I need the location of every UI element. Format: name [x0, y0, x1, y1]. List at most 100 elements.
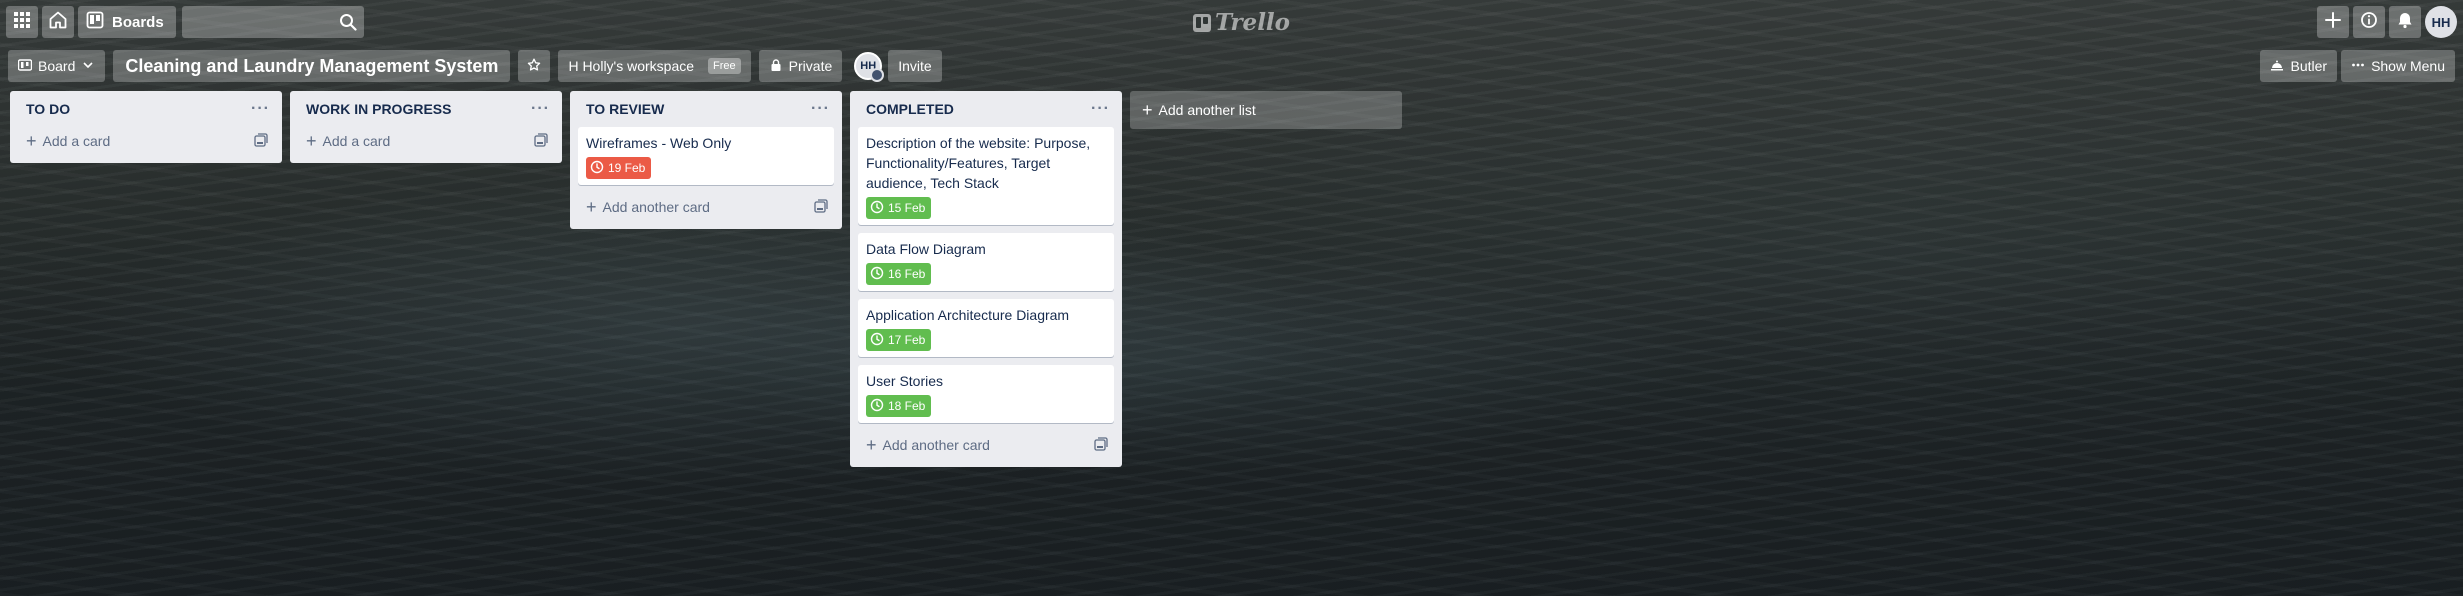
boards-button[interactable]: Boards [78, 6, 176, 38]
board-title[interactable]: Cleaning and Laundry Management System [113, 50, 511, 82]
list-completed[interactable]: COMPLETED ··· Description of the website… [850, 91, 1122, 467]
list-header: WORK IN PROGRESS ··· [298, 91, 554, 127]
list-work-in-progress[interactable]: WORK IN PROGRESS ··· + Add a card [290, 91, 562, 163]
invite-button[interactable]: Invite [888, 50, 942, 82]
add-list-button[interactable]: + Add another list [1130, 91, 1402, 129]
list-header: TO REVIEW ··· [578, 91, 834, 127]
add-card-button[interactable]: + Add another card [866, 436, 990, 454]
butler-label: Butler [2290, 58, 2328, 74]
due-date-label: 19 Feb [608, 161, 646, 175]
card-template-icon[interactable] [254, 132, 268, 150]
apps-grid-button[interactable] [6, 6, 38, 38]
list-title[interactable]: WORK IN PROGRESS [306, 101, 451, 117]
show-menu-label: Show Menu [2371, 58, 2445, 74]
list-to-do[interactable]: TO DO ··· + Add a card [10, 91, 282, 163]
board-view-icon [17, 58, 33, 75]
trello-logo[interactable]: Trello [1193, 9, 1290, 36]
add-card-label: Add a card [42, 133, 111, 149]
due-date-badge[interactable]: 17 Feb [866, 329, 932, 351]
grid-icon [13, 11, 31, 34]
create-button[interactable] [2317, 6, 2349, 38]
chevron-down-icon [81, 58, 95, 75]
plus-icon: + [306, 131, 317, 151]
boards-label: Boards [112, 13, 164, 31]
card-title: Wireframes - Web Only [586, 135, 732, 151]
add-card-button[interactable]: + Add a card [306, 132, 390, 150]
logo-text: Trello [1215, 9, 1291, 36]
card-template-icon[interactable] [1094, 436, 1108, 454]
add-list-label: Add another list [1158, 102, 1256, 118]
workspace-label: H Holly's workspace [568, 58, 695, 74]
board-header: Board Cleaning and Laundry Management Sy… [0, 48, 2463, 84]
due-date-badge[interactable]: 19 Feb [586, 157, 652, 179]
board-header-right: Butler Show Menu [2256, 50, 2455, 82]
home-icon [49, 11, 67, 34]
list-to-review[interactable]: TO REVIEW ··· Wireframes - Web Only 19 F… [570, 91, 842, 229]
bell-icon [2396, 11, 2414, 34]
list-title[interactable]: TO REVIEW [586, 101, 664, 117]
board-icon [86, 11, 104, 33]
visibility-button[interactable]: Private [758, 50, 843, 82]
card[interactable]: User Stories 18 Feb [858, 365, 1114, 423]
plus-icon: + [586, 197, 597, 217]
list-title[interactable]: TO DO [26, 101, 70, 117]
search-icon [339, 13, 357, 36]
card-title: Data Flow Diagram [866, 241, 986, 257]
board-member-avatar[interactable]: HH [854, 52, 885, 82]
plus-icon [2324, 11, 2342, 34]
card-template-icon[interactable] [814, 198, 828, 216]
add-card-row: + Add another card [578, 189, 834, 225]
lock-icon [769, 58, 783, 75]
search-field[interactable] [181, 6, 364, 38]
home-button[interactable] [42, 6, 74, 38]
card-template-icon[interactable] [534, 132, 548, 150]
card[interactable]: Data Flow Diagram 16 Feb [858, 233, 1114, 291]
plus-icon: + [1142, 100, 1153, 120]
due-date-badge[interactable]: 16 Feb [866, 263, 932, 285]
add-card-row: + Add a card [18, 123, 274, 159]
butler-button[interactable]: Butler [2260, 50, 2338, 82]
due-date-badge[interactable]: 18 Feb [866, 395, 932, 417]
plus-icon: + [26, 131, 37, 151]
list-header: TO DO ··· [18, 91, 274, 127]
add-card-button[interactable]: + Add another card [586, 198, 710, 216]
plus-icon: + [866, 435, 877, 455]
card[interactable]: Wireframes - Web Only 19 Feb [578, 127, 834, 185]
card[interactable]: Description of the website: Purpose, Fun… [858, 127, 1114, 225]
due-date-badge[interactable]: 15 Feb [866, 197, 932, 219]
notifications-button[interactable] [2389, 6, 2421, 38]
list-title[interactable]: COMPLETED [866, 101, 954, 117]
add-card-row: + Add another card [858, 427, 1114, 463]
star-icon [527, 58, 541, 75]
board-view-switcher[interactable]: Board [8, 50, 106, 82]
list-menu-button[interactable]: ··· [251, 100, 270, 118]
card[interactable]: Application Architecture Diagram 17 Feb [858, 299, 1114, 357]
add-card-label: Add another card [882, 437, 990, 453]
clock-icon [870, 200, 884, 217]
top-right-actions: HH [2317, 6, 2457, 38]
due-date-label: 17 Feb [888, 333, 926, 347]
due-date-label: 18 Feb [888, 399, 926, 413]
board-view-label: Board [38, 58, 76, 74]
account-avatar[interactable]: HH [2425, 6, 2457, 38]
clock-icon [870, 398, 884, 415]
star-board-button[interactable] [518, 50, 551, 82]
add-card-button[interactable]: + Add a card [26, 132, 110, 150]
list-menu-button[interactable]: ··· [1091, 100, 1110, 118]
list-menu-button[interactable]: ··· [811, 100, 830, 118]
information-button[interactable] [2353, 6, 2385, 38]
visibility-label: Private [788, 58, 833, 74]
add-card-label: Add another card [602, 199, 710, 215]
list-menu-button[interactable]: ··· [531, 100, 550, 118]
trello-logo-icon [1193, 13, 1211, 32]
due-date-label: 16 Feb [888, 267, 926, 281]
workspace-button[interactable]: H Holly's workspace Free [558, 50, 751, 82]
clock-icon [870, 332, 884, 349]
butler-icon [2270, 58, 2284, 75]
card-title: User Stories [866, 373, 944, 389]
show-menu-button[interactable]: Show Menu [2341, 50, 2455, 82]
add-card-row: + Add a card [298, 123, 554, 159]
info-icon [2360, 11, 2378, 34]
search-input[interactable] [181, 6, 364, 38]
clock-icon [590, 160, 604, 177]
